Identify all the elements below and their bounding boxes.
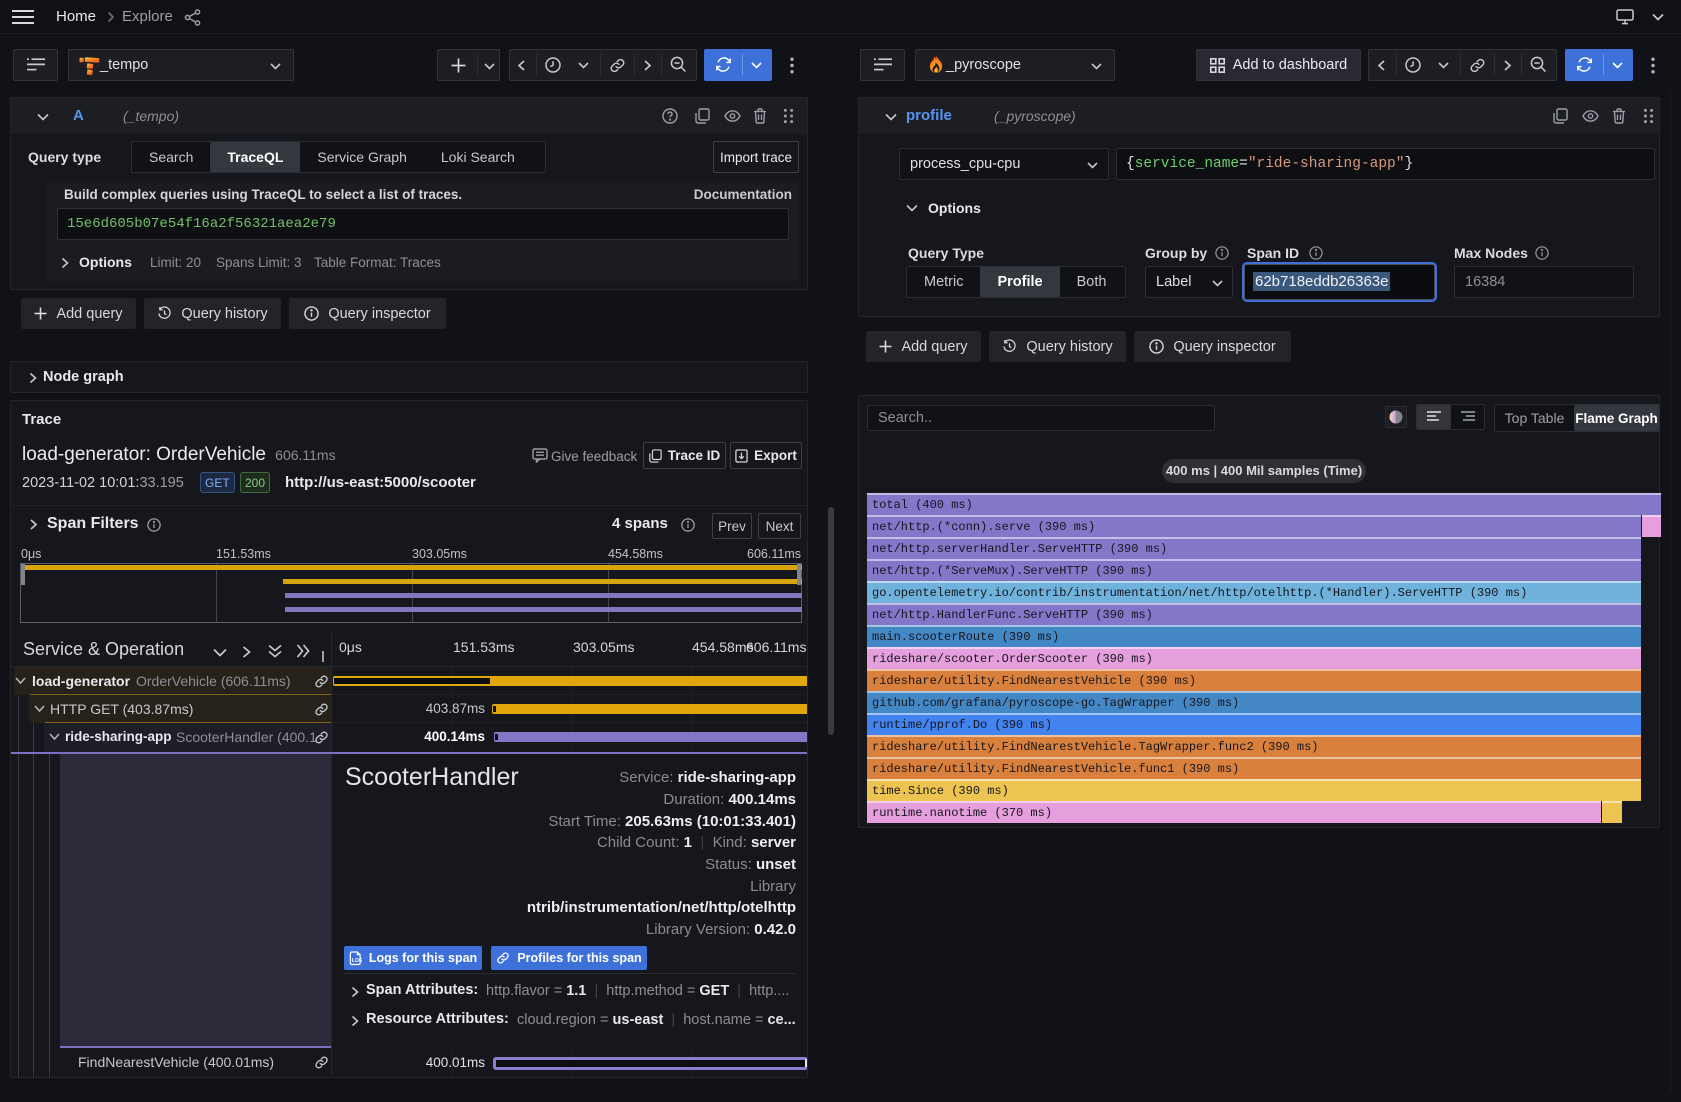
svg-text:LOG: LOG: [352, 958, 362, 964]
